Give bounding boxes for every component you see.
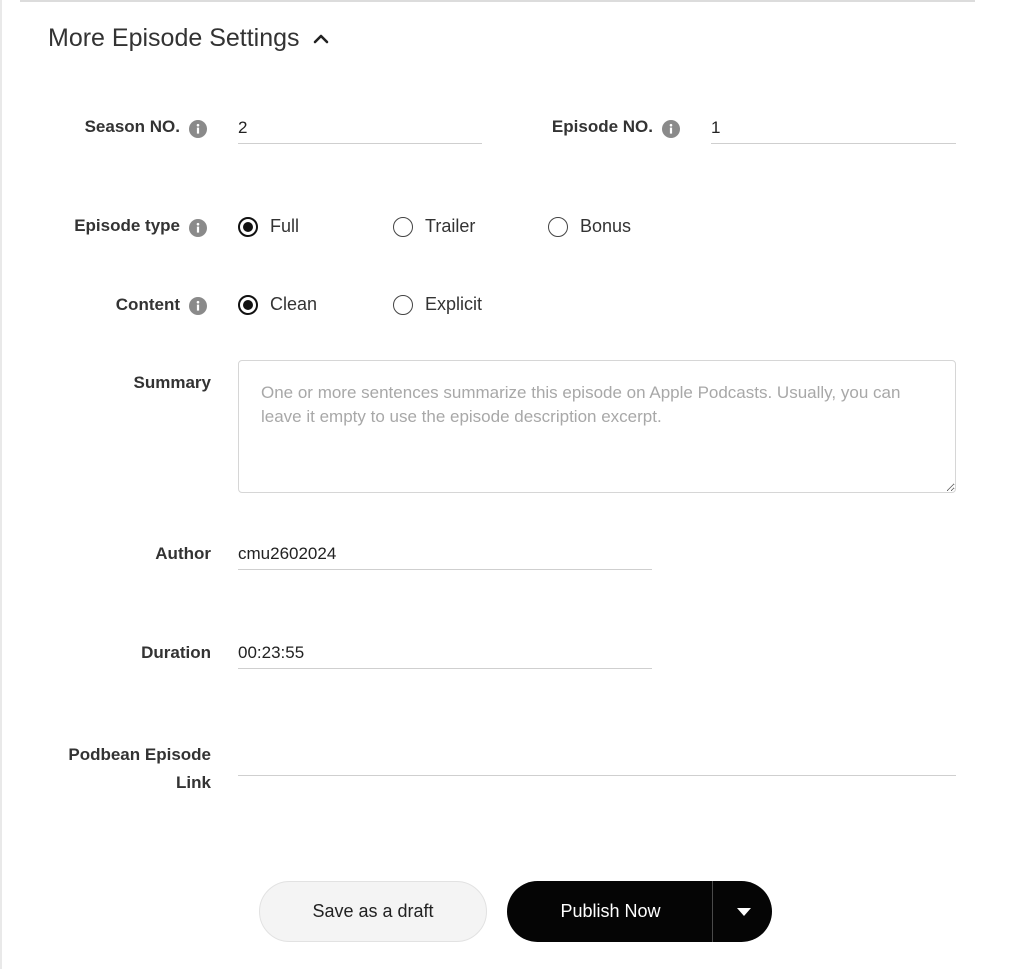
duration-label: Duration <box>141 643 211 662</box>
section-title: More Episode Settings <box>48 24 300 52</box>
episode-number-label: Episode NO. <box>551 117 653 136</box>
content-explicit-radio[interactable]: Explicit <box>393 294 482 315</box>
podbean-link-label-line1: Podbean Episode <box>68 745 211 764</box>
section-header-toggle[interactable]: More Episode Settings <box>48 24 330 53</box>
episode-type-bonus-radio[interactable]: Bonus <box>548 216 631 237</box>
author-input[interactable] <box>238 538 652 570</box>
summary-label: Summary <box>133 373 211 392</box>
left-border <box>0 0 2 969</box>
radio-label: Clean <box>270 294 318 314</box>
podbean-link-input[interactable] <box>238 744 956 776</box>
radio-label: Full <box>270 216 300 236</box>
top-divider <box>20 0 975 2</box>
season-label: Season NO. <box>84 117 180 136</box>
author-label: Author <box>155 544 211 563</box>
publish-options-dropdown-button[interactable] <box>713 881 772 942</box>
info-icon[interactable] <box>189 219 207 237</box>
episode-settings-page: More Episode Settings Season NO. Episode… <box>0 0 1024 969</box>
chevron-up-icon <box>313 34 328 43</box>
episode-type-label: Episode type <box>74 216 180 235</box>
info-icon[interactable] <box>662 120 680 138</box>
duration-input[interactable] <box>238 637 652 669</box>
info-icon[interactable] <box>189 120 207 138</box>
podbean-link-label: Podbean Episode Link <box>40 741 211 797</box>
content-clean-radio[interactable]: Clean <box>238 294 317 315</box>
radio-unselected-icon <box>548 216 568 237</box>
radio-selected-icon <box>238 294 258 315</box>
episode-type-trailer-radio[interactable]: Trailer <box>393 216 475 237</box>
radio-label: Explicit <box>425 294 483 314</box>
publish-now-button[interactable]: Publish Now <box>507 881 712 942</box>
episode-number-input[interactable] <box>711 112 956 144</box>
radio-label: Trailer <box>425 216 476 236</box>
radio-unselected-icon <box>393 294 413 315</box>
summary-textarea[interactable] <box>238 360 956 493</box>
radio-label: Bonus <box>580 216 632 236</box>
radio-unselected-icon <box>393 216 413 237</box>
info-icon[interactable] <box>189 297 207 315</box>
podbean-link-label-line2: Link <box>176 773 211 792</box>
episode-type-full-radio[interactable]: Full <box>238 216 299 237</box>
content-label: Content <box>115 295 180 314</box>
radio-selected-icon <box>238 216 258 237</box>
season-number-input[interactable] <box>238 112 482 144</box>
save-draft-button[interactable]: Save as a draft <box>259 881 487 942</box>
caret-down-icon <box>736 907 751 916</box>
publish-button-group: Publish Now <box>507 881 772 942</box>
